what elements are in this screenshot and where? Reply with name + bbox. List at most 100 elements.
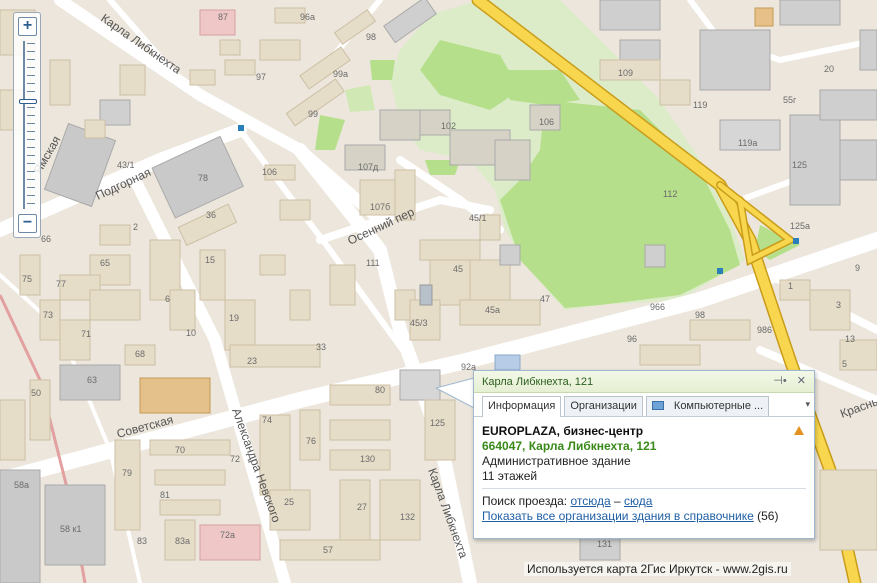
route-from-link[interactable]: отсюда [570, 494, 610, 508]
tabs-more-icon[interactable]: ▾ [805, 399, 810, 410]
building-number: 99 [308, 109, 318, 119]
organizations-count: (56) [757, 509, 779, 523]
building-number: 111 [366, 258, 380, 268]
building-number: 80 [375, 385, 385, 395]
popup-tabs: Информация Организации Компьютерные ... … [474, 393, 814, 417]
building-number: 77 [56, 279, 66, 289]
building-number: 102 [441, 121, 456, 131]
zoom-slider-handle[interactable] [19, 99, 37, 104]
building-number: 79 [122, 468, 132, 478]
zoom-out-button[interactable]: − [18, 214, 37, 233]
building-number: 47 [540, 294, 550, 304]
building-number: 58а [14, 480, 29, 490]
building-number: 966 [650, 302, 665, 312]
popup-title: Карла Либкнехта, 121 [482, 376, 594, 388]
building-number: 33 [316, 342, 326, 352]
building-number: 106 [262, 167, 277, 177]
building-number: 43/1 [117, 160, 135, 170]
building-number: 63 [87, 375, 97, 385]
close-icon[interactable]: ✕ [797, 375, 806, 387]
building-number: 107д [358, 162, 379, 172]
show-all-organizations-link[interactable]: Показать все организации здания в справо… [482, 509, 754, 523]
zoom-ticks [27, 43, 35, 209]
monitor-icon [651, 401, 664, 410]
building-number: 71 [81, 329, 91, 339]
building-number: 9 [855, 263, 860, 273]
building-number: 45/1 [469, 213, 487, 223]
building-type: Административное здание [482, 454, 631, 468]
building-number: 97 [256, 72, 266, 82]
show-all-row: Показать все организации здания в справо… [482, 509, 806, 524]
building-number: 66 [41, 234, 51, 244]
building-number: 45 [453, 264, 463, 274]
tab-information[interactable]: Информация [482, 396, 562, 417]
zoom-in-button[interactable]: + [18, 17, 37, 36]
popup-body: EUROPLAZA, бизнес-центр 664047, Карла Ли… [474, 417, 814, 531]
building-number: 119а [738, 138, 757, 148]
pin-icon[interactable]: ⊣• [773, 375, 786, 387]
building-number: 125а [790, 221, 810, 231]
building-number: 119 [693, 100, 707, 110]
route-dash: – [613, 494, 621, 508]
building-number: 83а [175, 536, 190, 546]
building-number: 23 [247, 356, 257, 366]
building-number: 68 [135, 349, 145, 359]
building-number: 98 [366, 32, 376, 42]
building-number: 27 [357, 502, 367, 512]
popup-header: Карла Либкнехта, 121 ⊣• ✕ [474, 371, 814, 393]
building-number: 83 [137, 536, 147, 546]
building-number: 125 [430, 418, 445, 428]
building-number: 112 [663, 189, 677, 199]
building-number: 13 [845, 334, 855, 344]
building-number: 72 [230, 454, 240, 464]
building-number: 96 [627, 334, 637, 344]
tab-computer[interactable]: Компьютерные ... [645, 396, 770, 416]
building-info-popup: Карла Либкнехта, 121 ⊣• ✕ Информация Орг… [473, 370, 815, 539]
building-number: 19 [229, 313, 239, 323]
warning-icon[interactable] [794, 426, 804, 435]
building-number: 6 [165, 294, 170, 304]
building-number: 55г [783, 95, 797, 105]
zoom-control: + − [13, 12, 41, 238]
building-number: 10 [186, 328, 196, 338]
building-number: 76 [306, 436, 316, 446]
route-to-link[interactable]: сюда [624, 494, 652, 508]
route-search: Поиск проезда: отсюда – сюда [482, 494, 806, 509]
building-number: 58 к1 [60, 524, 81, 534]
building-number: 25 [284, 497, 294, 507]
building-number: 57 [323, 545, 333, 555]
building-number: 125 [792, 160, 807, 170]
building-number: 73 [43, 310, 53, 320]
building-number: 3 [836, 300, 841, 310]
building-number: 87 [218, 12, 228, 22]
building-number: 109 [618, 68, 633, 78]
building-number: 2 [133, 222, 138, 232]
tab-organizations[interactable]: Организации [564, 396, 643, 416]
route-label: Поиск проезда: [482, 494, 568, 508]
popup-pointer [436, 378, 476, 408]
building-number: 131 [597, 539, 612, 549]
building-number: 65 [100, 258, 110, 268]
building-address: 664047, Карла Либкнехта, 121 [482, 439, 657, 453]
building-number: 130 [360, 454, 375, 464]
building-name: EUROPLAZA, бизнес-центр [482, 424, 644, 438]
building-number: 5 [842, 359, 847, 369]
building-number: 72а [220, 530, 235, 540]
building-number: 106 [539, 117, 554, 127]
divider [482, 488, 806, 489]
building-number: 132 [400, 512, 415, 522]
building-number: 107б [370, 202, 390, 212]
building-number: 98 [695, 310, 705, 320]
tab-computer-label: Компьютерные ... [673, 400, 764, 412]
building-number: 81 [160, 490, 170, 500]
zoom-track[interactable] [23, 41, 25, 209]
building-number: 15 [205, 255, 215, 265]
building-number: 78 [198, 173, 208, 183]
building-number: 70 [175, 445, 185, 455]
building-number: 20 [824, 64, 834, 74]
map-attribution: Используется карта 2Гис Иркутск - www.2g… [524, 562, 791, 576]
building-number: 74 [262, 415, 272, 425]
building-number: 1 [788, 281, 793, 291]
building-number: 50 [31, 388, 41, 398]
building-number: 96а [300, 12, 315, 22]
